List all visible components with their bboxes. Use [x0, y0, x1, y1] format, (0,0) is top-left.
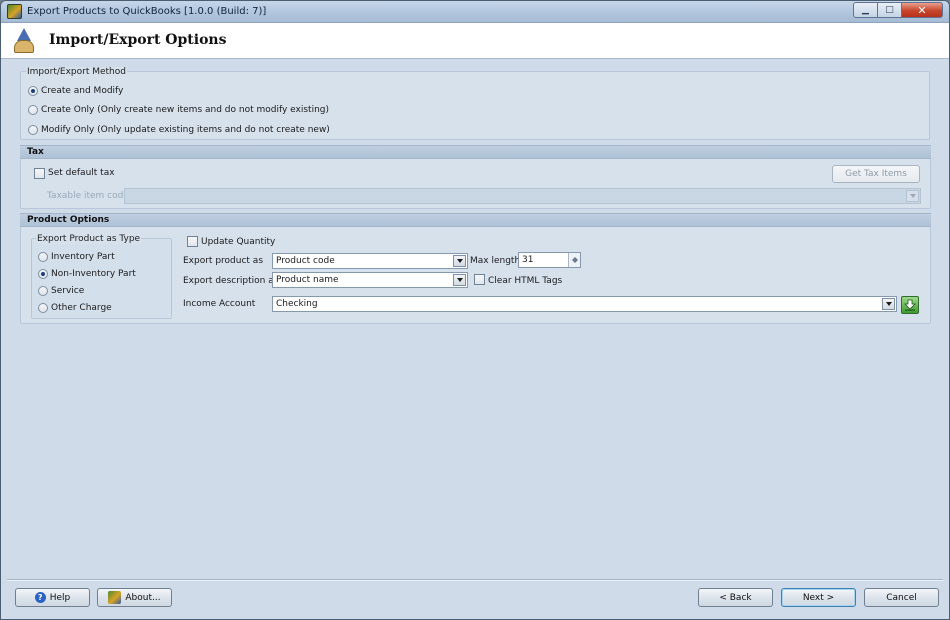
- wizard-header: Import/Export Options: [1, 23, 949, 59]
- help-button-label: Help: [49, 592, 71, 603]
- cancel-button-label: Cancel: [886, 592, 917, 603]
- radio-service-label[interactable]: Service: [51, 286, 84, 296]
- radio-create-only-label[interactable]: Create Only (Only create new items and d…: [41, 105, 329, 115]
- max-length-label: Max length: [470, 256, 521, 266]
- export-product-as-value: Product code: [276, 256, 335, 266]
- next-button[interactable]: Next >: [781, 588, 856, 607]
- wizard-icon: [13, 28, 35, 54]
- radio-create-only[interactable]: [28, 105, 38, 115]
- taxable-item-code-select[interactable]: [124, 188, 921, 204]
- income-account-value: Checking: [276, 299, 318, 309]
- update-quantity-checkbox[interactable]: [187, 236, 198, 247]
- maximize-button[interactable]: □: [877, 2, 902, 18]
- radio-other-charge-label[interactable]: Other Charge: [51, 303, 112, 313]
- close-icon: ✕: [917, 3, 927, 17]
- radio-other-charge[interactable]: [38, 303, 48, 313]
- clear-html-tags-label[interactable]: Clear HTML Tags: [488, 276, 562, 286]
- radio-inventory-part[interactable]: [38, 252, 48, 262]
- download-accounts-button[interactable]: [901, 296, 919, 314]
- chevron-down-icon[interactable]: [882, 298, 895, 310]
- radio-modify-only-label[interactable]: Modify Only (Only update existing items …: [41, 125, 330, 135]
- income-account-select[interactable]: Checking: [272, 296, 897, 312]
- clear-html-tags-checkbox[interactable]: [474, 274, 485, 285]
- minimize-icon: ▁: [862, 5, 869, 15]
- window-title: Export Products to QuickBooks [1.0.0 (Bu…: [27, 6, 267, 17]
- product-type-legend: Export Product as Type: [36, 234, 142, 244]
- export-products-window: Export Products to QuickBooks [1.0.0 (Bu…: [0, 0, 950, 620]
- help-icon: ?: [34, 592, 46, 603]
- export-description-as-label: Export description as: [183, 276, 279, 286]
- get-tax-items-button[interactable]: Get Tax Items: [832, 165, 920, 183]
- product-options-section-header: Product Options: [20, 213, 931, 227]
- cancel-button[interactable]: Cancel: [864, 588, 939, 607]
- radio-inventory-part-label[interactable]: Inventory Part: [51, 252, 115, 262]
- export-description-as-select[interactable]: Product name: [272, 272, 468, 288]
- radio-non-inventory-part-label[interactable]: Non-Inventory Part: [51, 269, 136, 279]
- chevron-down-icon[interactable]: [453, 274, 466, 286]
- radio-non-inventory-part[interactable]: [38, 269, 48, 279]
- page-title: Import/Export Options: [49, 32, 227, 48]
- radio-create-and-modify[interactable]: [28, 86, 38, 96]
- title-bar[interactable]: Export Products to QuickBooks [1.0.0 (Bu…: [1, 1, 949, 23]
- back-button-label: < Back: [719, 592, 752, 603]
- window-controls: ▁ □ ✕: [853, 2, 943, 18]
- app-icon: [7, 4, 22, 19]
- set-default-tax-label[interactable]: Set default tax: [48, 168, 115, 178]
- download-arrow-icon: [904, 299, 916, 311]
- minimize-button[interactable]: ▁: [853, 2, 878, 18]
- export-description-as-value: Product name: [276, 275, 339, 285]
- max-length-value: 31: [522, 255, 534, 265]
- about-button[interactable]: About...: [97, 588, 172, 607]
- app-logo-icon: [108, 591, 122, 604]
- radio-service[interactable]: [38, 286, 48, 296]
- maximize-icon: □: [885, 5, 894, 15]
- method-legend: Import/Export Method: [26, 67, 127, 77]
- next-button-label: Next >: [802, 592, 835, 603]
- export-product-as-select[interactable]: Product code: [272, 253, 468, 269]
- help-button[interactable]: ? Help: [15, 588, 90, 607]
- taxable-item-code-label: Taxable item code: [47, 191, 129, 201]
- set-default-tax-checkbox[interactable]: [34, 168, 45, 179]
- update-quantity-label[interactable]: Update Quantity: [201, 237, 275, 247]
- tax-section-header: Tax: [20, 145, 931, 159]
- export-product-as-label: Export product as: [183, 256, 264, 266]
- back-button[interactable]: < Back: [698, 588, 773, 607]
- close-button[interactable]: ✕: [901, 2, 943, 18]
- max-length-stepper[interactable]: 31: [518, 252, 581, 268]
- chevron-down-icon[interactable]: [453, 255, 466, 267]
- about-button-label: About...: [125, 592, 161, 603]
- radio-create-and-modify-label[interactable]: Create and Modify: [41, 86, 123, 96]
- spinner-arrows-icon[interactable]: [568, 253, 580, 267]
- radio-modify-only[interactable]: [28, 125, 38, 135]
- chevron-down-icon[interactable]: [906, 190, 919, 202]
- income-account-label: Income Account: [183, 299, 256, 309]
